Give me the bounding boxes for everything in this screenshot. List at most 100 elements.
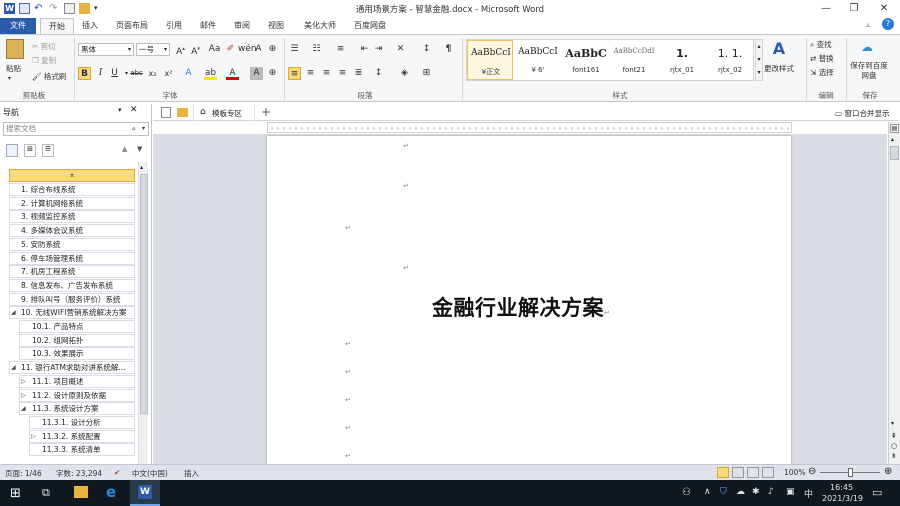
clock-date[interactable]: 2021/3/19 (822, 494, 863, 503)
enclose-icon[interactable]: ⊕ (266, 67, 279, 80)
nav-heading-item[interactable]: 11.3.1. 设计分析 (29, 415, 135, 429)
nav-heading-item[interactable]: 7. 机房工程系统 (9, 265, 135, 279)
grow-font-icon[interactable]: A▴ (174, 43, 187, 57)
borders-icon[interactable]: ⊞ (420, 67, 433, 80)
strikethrough-icon[interactable]: abc (130, 67, 143, 80)
nav-heading-item[interactable]: 10.2. 组网拓扑 (19, 333, 135, 347)
expand-icon[interactable]: ▷ (31, 433, 36, 440)
help-icon[interactable]: ? (882, 18, 894, 30)
scroll-up-icon[interactable]: ▴ (140, 164, 143, 171)
scroll-up-icon[interactable]: ▴ (891, 136, 894, 143)
decrease-indent-icon[interactable]: ⇤ (358, 43, 371, 56)
vertical-scrollbar[interactable]: ▤ ▴ ▾ ⇞ ○ ⇟ (888, 122, 900, 464)
numbering-icon[interactable]: ☷ (310, 43, 323, 56)
tab-beautify-master[interactable]: 美化大师 (298, 18, 342, 34)
zoom-slider-handle[interactable] (848, 468, 853, 477)
nav-heading-item[interactable]: 8. 信息发布、广告发布系统 (9, 278, 135, 292)
tab-baidu-netdisk[interactable]: 百度网盘 (348, 18, 392, 34)
nav-headings-view-icon[interactable] (6, 144, 18, 157)
nav-heading-item[interactable]: 4. 多媒体会议系统 (9, 224, 135, 238)
zoom-in-icon[interactable]: ⊕ (884, 466, 892, 477)
replace-button[interactable]: ⇄ 替换 (810, 53, 834, 64)
align-left-icon[interactable]: ≡ (288, 67, 301, 80)
task-view-icon[interactable]: ⧉ (42, 486, 50, 500)
close-button[interactable]: ✕ (870, 0, 898, 17)
ruler-toggle-icon[interactable]: ▤ (890, 124, 899, 133)
ie-browser-icon[interactable]: e (106, 483, 116, 501)
tab-view[interactable]: 视图 (262, 18, 290, 34)
restore-button[interactable]: ❐ (840, 0, 868, 17)
new-doc-icon[interactable] (161, 107, 171, 118)
bullets-icon[interactable]: ☰ (288, 43, 301, 56)
font-color-icon[interactable]: A (226, 67, 239, 80)
print-layout-view-icon[interactable] (717, 467, 729, 478)
word-count[interactable]: 字数: 23,294 (56, 468, 102, 479)
char-shading-icon[interactable]: A (250, 67, 263, 80)
prev-page-icon[interactable]: ⇞ (891, 432, 897, 440)
clear-format-icon[interactable]: ✐ (224, 43, 237, 56)
notification-icon[interactable]: ▭ (872, 486, 882, 499)
collapse-ribbon-icon[interactable]: ▵ (866, 20, 870, 29)
nav-heading-item[interactable]: 11. 银行ATM求助对讲系统解... (9, 361, 135, 375)
nav-heading-item[interactable]: 6. 停车场管理系统 (9, 251, 135, 265)
styles-scroll[interactable]: ▴ ▾ ▾ (755, 39, 763, 81)
full-screen-view-icon[interactable] (732, 467, 744, 478)
nav-heading-item[interactable]: 10.3. 效果展示 (19, 347, 135, 361)
expand-icon[interactable]: ▷ (21, 392, 26, 399)
insert-mode[interactable]: 插入 (184, 468, 199, 479)
window-merge-button[interactable]: ▭ 窗口合并显示 (835, 108, 889, 119)
save-to-baidu-button[interactable]: 保存到百度网盘 (850, 61, 888, 81)
nav-heading-item[interactable]: 11.3.3. 系统清单 (29, 443, 135, 457)
nav-prev-icon[interactable]: ▲ (122, 145, 127, 153)
nav-heading-item[interactable]: 2. 计算机网络系统 (9, 196, 135, 210)
tab-mailings[interactable]: 邮件 (194, 18, 222, 34)
find-button[interactable]: ⌕ 查找 (810, 39, 832, 50)
ime-indicator[interactable]: 中 (804, 487, 813, 500)
scroll-down-icon[interactable]: ▾ (891, 420, 894, 427)
web-layout-view-icon[interactable] (747, 467, 759, 478)
tray-expand-icon[interactable]: ∧ (704, 487, 711, 497)
file-explorer-icon[interactable] (74, 486, 88, 498)
show-marks-icon[interactable]: ¶ (442, 43, 455, 56)
paste-button[interactable]: 粘贴 (6, 63, 21, 74)
people-icon[interactable]: ⚇ (682, 487, 691, 498)
nav-results-view-icon[interactable]: ☰ (42, 144, 54, 157)
tab-file[interactable]: 文件 (0, 18, 36, 34)
speaker-icon[interactable]: ♪ (768, 487, 774, 497)
horizontal-ruler[interactable] (267, 122, 792, 133)
nav-search-input[interactable]: 搜索文档 ⌕ ▾ (3, 122, 149, 136)
nav-heading-item[interactable]: 1. 综合布线系统 (9, 183, 135, 196)
justify-icon[interactable]: ≡ (336, 67, 349, 80)
nav-next-icon[interactable]: ▼ (137, 145, 142, 153)
nav-heading-item[interactable]: 10. 无线WIFI营销系统解决方案 (9, 306, 135, 320)
proofing-icon[interactable]: ✔ (114, 468, 120, 477)
add-tab-icon[interactable]: + (261, 105, 271, 119)
nav-scroll-thumb[interactable] (140, 174, 148, 414)
select-browse-object-icon[interactable]: ○ (891, 442, 897, 450)
tab-insert[interactable]: 插入 (76, 18, 104, 34)
document-page[interactable]: ↵ ↵ ↵ ↵ 金融行业解决方案↵ ↵ ↵ ↵ ↵ ↵ (267, 136, 791, 466)
open-folder-icon[interactable] (177, 108, 188, 117)
align-right-icon[interactable]: ≡ (320, 67, 333, 80)
align-center-icon[interactable]: ≡ (304, 67, 317, 80)
font-size-select[interactable]: 一号 ▾ (136, 43, 170, 56)
text-effects-icon[interactable]: A (182, 67, 195, 80)
style-item-rjtx01[interactable]: 1. rjtx_01 (659, 40, 705, 80)
italic-icon[interactable]: I (94, 67, 107, 80)
change-styles-button[interactable]: 更改样式 (764, 63, 794, 74)
cut-button[interactable]: ✂ 剪切 (32, 41, 56, 52)
highlight-icon[interactable]: ab (204, 67, 217, 80)
style-item-font21[interactable]: AaBbCcDdI font21 (611, 40, 657, 80)
sort-icon[interactable]: ↕ (420, 43, 433, 56)
language-indicator[interactable]: 中文(中国) (132, 468, 168, 479)
outline-view-icon[interactable] (762, 467, 774, 478)
nav-heading-item[interactable]: 9. 排队叫号（服务评价）系统 (9, 292, 135, 306)
select-button[interactable]: ⇲ 选择 (810, 67, 834, 78)
page-count[interactable]: 页面: 1/46 (5, 468, 42, 479)
security-icon[interactable]: ⛉ (720, 487, 727, 497)
enclose-char-icon[interactable]: ⊕ (266, 43, 279, 56)
nav-heading-item[interactable]: 10.1. 产品特点 (19, 320, 135, 333)
format-painter-button[interactable]: 🖌 格式刷 (32, 71, 66, 82)
char-border-icon[interactable]: A (252, 43, 265, 56)
shrink-font-icon[interactable]: A▾ (189, 43, 202, 57)
